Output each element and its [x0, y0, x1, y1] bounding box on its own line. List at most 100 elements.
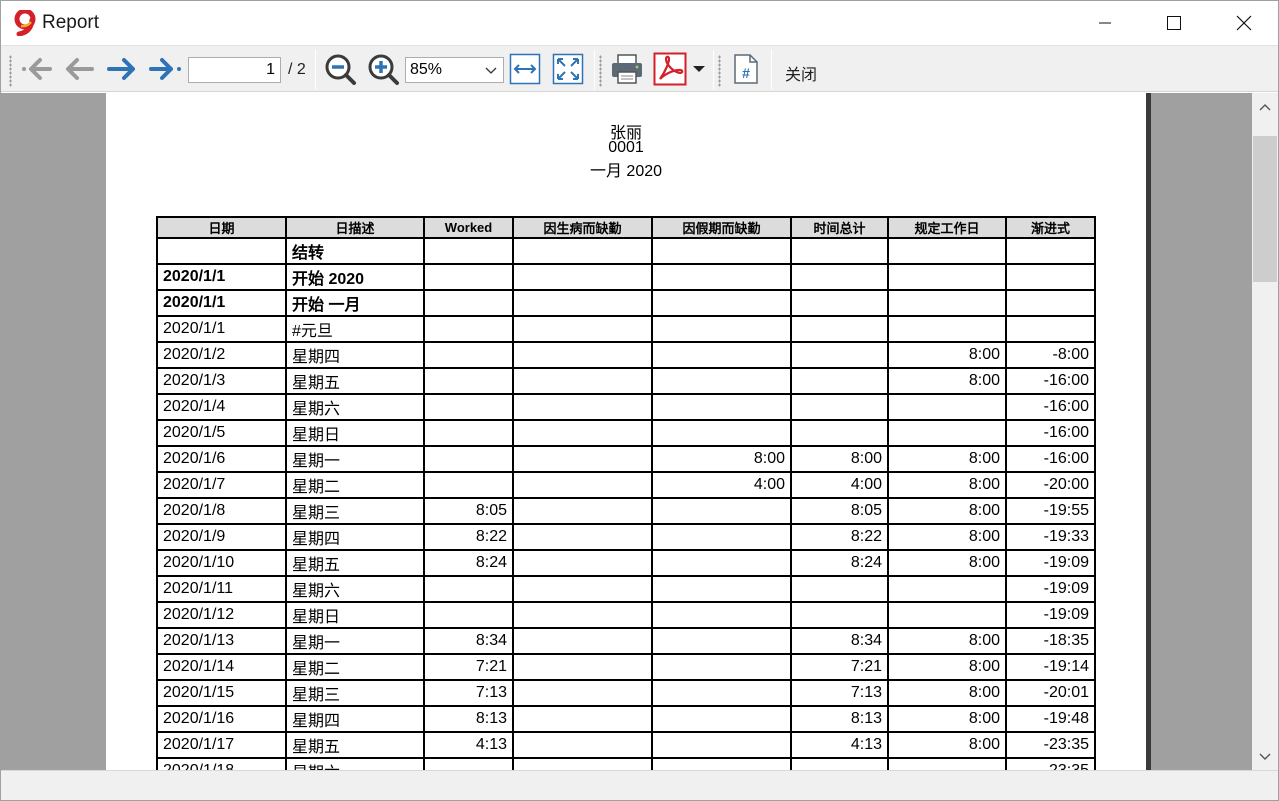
table-row: 2020/1/5 星期日 -16:00 [156, 419, 1096, 447]
scroll-down-button[interactable] [1252, 745, 1278, 769]
scroll-up-button[interactable] [1252, 95, 1278, 119]
toolbar-grip[interactable] [599, 55, 602, 87]
cell-date: 2020/1/1 [156, 315, 287, 343]
vertical-scrollbar[interactable] [1252, 93, 1278, 770]
cell-progressive [1005, 237, 1096, 265]
last-page-icon [149, 58, 181, 80]
page-total-label: / 2 [288, 61, 306, 78]
table-row: 2020/1/17 星期五 4:13 4:13 8:00 -23:35 [156, 731, 1096, 759]
window-title: Report [42, 12, 100, 33]
page-number-button[interactable]: # [731, 52, 761, 86]
cell-desc: 星期五 [285, 549, 425, 577]
cell-vacation [651, 289, 792, 317]
cell-total [790, 393, 889, 421]
table-row: 2020/1/15 星期三 7:13 7:13 8:00 -20:01 [156, 679, 1096, 707]
cell-desc: 开始 一月 [285, 289, 425, 317]
close-icon [1236, 15, 1252, 31]
title-bar[interactable]: Report [1, 1, 1278, 45]
cell-progressive: -16:00 [1005, 367, 1096, 395]
cell-required [887, 315, 1007, 343]
cell-vacation [651, 419, 792, 447]
cell-total: 7:13 [790, 679, 889, 707]
cell-sick [512, 523, 653, 551]
zoom-out-button[interactable] [322, 52, 358, 86]
cell-desc: 星期一 [285, 627, 425, 655]
previous-page-button[interactable] [61, 52, 97, 86]
cell-required [887, 419, 1007, 447]
cell-vacation [651, 263, 792, 291]
arrow-left-icon [66, 58, 94, 80]
cell-worked: 4:13 [423, 731, 514, 759]
toolbar-grip[interactable] [718, 55, 721, 87]
cell-sick [512, 237, 653, 265]
toolbar-separator [771, 50, 772, 90]
app-logo-icon [14, 10, 36, 36]
cell-progressive: -19:09 [1005, 575, 1096, 603]
scrollbar-thumb[interactable] [1253, 136, 1277, 282]
report-viewport[interactable]: 张丽 0001 一月 2020 日期 日描述 Worked 因生病而缺勤 因假期… [1, 93, 1252, 770]
toolbar-separator [713, 50, 714, 90]
cell-required: 8:00 [887, 705, 1007, 733]
cell-progressive: -19:33 [1005, 523, 1096, 551]
cell-required [887, 289, 1007, 317]
cell-date: 2020/1/1 [156, 263, 287, 291]
close-window-button[interactable] [1221, 1, 1267, 45]
zoom-out-icon [325, 54, 356, 85]
cell-total [790, 263, 889, 291]
zoom-in-button[interactable] [365, 52, 401, 86]
cell-progressive: -19:48 [1005, 705, 1096, 733]
cell-worked: 8:13 [423, 705, 514, 733]
cell-total [790, 341, 889, 369]
close-button[interactable]: 关闭 [785, 61, 817, 85]
pdf-icon [653, 52, 687, 86]
cell-sick [512, 731, 653, 759]
table-row: 2020/1/8 星期三 8:05 8:05 8:00 -19:55 [156, 497, 1096, 525]
cell-total: 8:13 [790, 705, 889, 733]
cell-progressive: -19:55 [1005, 497, 1096, 525]
cell-vacation [651, 731, 792, 759]
export-dropdown-button[interactable] [691, 52, 707, 86]
first-page-button[interactable] [19, 52, 55, 86]
cell-required: 8:00 [887, 523, 1007, 551]
cell-desc: 结转 [285, 237, 425, 265]
export-pdf-button[interactable] [652, 52, 688, 86]
cell-vacation [651, 653, 792, 681]
print-button[interactable] [609, 52, 645, 86]
fit-width-icon [509, 53, 541, 85]
cell-sick [512, 705, 653, 733]
cell-progressive: -16:00 [1005, 393, 1096, 421]
toolbar-grip[interactable] [9, 55, 12, 87]
cell-desc: 星期日 [285, 601, 425, 629]
cell-total [790, 575, 889, 603]
cell-desc: 开始 2020 [285, 263, 425, 291]
page-number-input[interactable] [188, 57, 281, 83]
cell-sick [512, 445, 653, 473]
cell-desc: 星期四 [285, 341, 425, 369]
cell-required: 8:00 [887, 627, 1007, 655]
last-page-button[interactable] [146, 52, 184, 86]
next-page-button[interactable] [104, 52, 140, 86]
cell-sick [512, 627, 653, 655]
minimize-button[interactable] [1082, 1, 1128, 45]
cell-progressive: -16:00 [1005, 419, 1096, 447]
zoom-dropdown[interactable]: 85% [405, 57, 504, 83]
first-page-icon [22, 58, 52, 80]
cell-total [790, 367, 889, 395]
cell-required: 8:00 [887, 471, 1007, 499]
cell-sick [512, 471, 653, 499]
maximize-button[interactable] [1151, 1, 1197, 45]
cell-vacation [651, 497, 792, 525]
cell-desc: 星期四 [285, 705, 425, 733]
cell-worked [423, 575, 514, 603]
fit-width-button[interactable] [508, 52, 542, 86]
chevron-down-icon [1259, 753, 1271, 760]
cell-progressive [1005, 315, 1096, 343]
cell-progressive: -19:09 [1005, 601, 1096, 629]
cell-vacation [651, 367, 792, 395]
cell-worked [423, 289, 514, 317]
column-header: Worked [423, 216, 514, 239]
table-row: 2020/1/11 星期六 -19:09 [156, 575, 1096, 603]
fit-page-button[interactable] [551, 52, 585, 86]
zoom-in-icon [368, 54, 399, 85]
cell-desc: 星期三 [285, 679, 425, 707]
